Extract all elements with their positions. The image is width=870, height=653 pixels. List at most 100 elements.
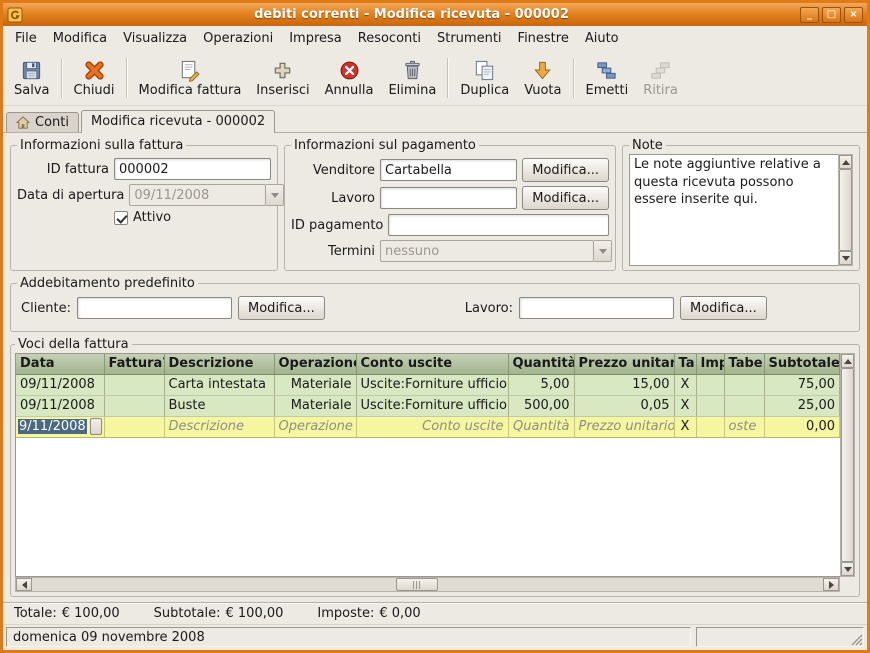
menu-aiuto[interactable]: Aiuto [577, 28, 627, 49]
scroll-right-icon[interactable] [823, 578, 839, 591]
cell-data-edit[interactable]: 9/11/2008 [16, 416, 104, 437]
cell-fattura-edit[interactable] [104, 416, 164, 437]
cell-prezzo-edit[interactable]: Prezzo unitario [574, 416, 674, 437]
register-vertical-scrollbar[interactable] [840, 353, 855, 577]
cell-prezzo[interactable]: 15,00 [574, 374, 674, 395]
col-header-conto-uscite[interactable]: Conto uscite [356, 354, 508, 374]
resize-grip-icon[interactable] [850, 633, 863, 646]
cell-imposte[interactable] [696, 395, 724, 416]
tab-conti[interactable]: Conti [6, 112, 79, 132]
cell-fattura[interactable] [104, 374, 164, 395]
col-header-quantita[interactable]: Quantità [508, 354, 574, 374]
col-header-tassabile[interactable]: Ta [674, 354, 696, 374]
cell-tassabile-edit[interactable]: X [674, 416, 696, 437]
payment-id-input[interactable] [388, 214, 609, 236]
cell-operazione[interactable]: Materiale [274, 374, 356, 395]
post-button[interactable]: Emetti [579, 53, 636, 103]
menu-visualizza[interactable]: Visualizza [115, 28, 195, 49]
duplicate-button[interactable]: Duplica [453, 53, 516, 103]
tab-modifica-ricevuta[interactable]: Modifica ricevuta - 000002 [81, 110, 275, 133]
vendor-input[interactable]: Cartabella [380, 159, 517, 181]
cell-imposte[interactable] [696, 374, 724, 395]
col-header-subtotale[interactable]: Subtotale [764, 354, 840, 374]
scrollbar-thumb[interactable] [841, 368, 854, 562]
cell-tabella[interactable] [724, 395, 764, 416]
scrollbar-track[interactable] [32, 578, 823, 591]
cell-tabella[interactable] [724, 374, 764, 395]
cell-operazione[interactable]: Materiale [274, 395, 356, 416]
col-header-tabella[interactable]: Tabe [724, 354, 764, 374]
enter-button[interactable]: Inserisci [249, 53, 316, 103]
delete-button[interactable]: Elimina [381, 53, 443, 103]
invoice-id-input[interactable]: 000002 [114, 158, 271, 180]
cell-descrizione[interactable]: Buste [164, 395, 274, 416]
close-tab-button[interactable]: Chiudi [67, 53, 122, 103]
cell-subtotale[interactable]: 75,00 [764, 374, 840, 395]
menu-operazioni[interactable]: Operazioni [195, 28, 281, 49]
notes-textarea[interactable]: Le note aggiuntive relative a questa ric… [629, 154, 838, 266]
notes-scrollbar[interactable] [838, 154, 853, 266]
col-header-descrizione[interactable]: Descrizione [164, 354, 274, 374]
menu-resoconti[interactable]: Resoconti [350, 28, 429, 49]
col-header-imposte[interactable]: Imp [696, 354, 724, 374]
cell-quantita-edit[interactable]: Quantità [508, 416, 574, 437]
cell-tabella-edit[interactable]: oste [724, 416, 764, 437]
blank-button[interactable]: Vuota [517, 53, 568, 103]
cell-imposte-edit[interactable] [696, 416, 724, 437]
vendor-edit-button[interactable]: Modifica... [522, 158, 609, 182]
menu-finestre[interactable]: Finestre [510, 28, 577, 49]
col-header-operazione[interactable]: Operazione [274, 354, 356, 374]
scroll-down-icon[interactable] [841, 562, 854, 576]
cell-data[interactable]: 09/11/2008 [16, 395, 104, 416]
job-edit-button[interactable]: Modifica... [522, 186, 609, 210]
scroll-left-icon[interactable] [16, 578, 32, 591]
cell-quantita[interactable]: 500,00 [508, 395, 574, 416]
cell-subtotale[interactable]: 25,00 [764, 395, 840, 416]
cancel-button[interactable]: Annulla [318, 53, 381, 103]
billing-job-label: Lavoro: [465, 301, 513, 316]
save-button[interactable]: Salva [7, 53, 57, 103]
cell-tassabile[interactable]: X [674, 374, 696, 395]
job-input[interactable] [380, 187, 517, 209]
cell-operazione-edit[interactable]: Operazione [274, 416, 356, 437]
cell-descrizione-edit[interactable]: Descrizione [164, 416, 274, 437]
billing-job-edit-button[interactable]: Modifica... [680, 296, 767, 320]
date-edit-selected-text[interactable]: 9/11/2008 [18, 419, 87, 434]
cell-descrizione[interactable]: Carta intestata [164, 374, 274, 395]
table-row[interactable]: 09/11/2008 Carta intestata Materiale Usc… [16, 374, 840, 395]
scrollbar-thumb[interactable] [839, 169, 852, 251]
date-picker-button[interactable] [90, 418, 102, 435]
cell-conto[interactable]: Uscite:Forniture ufficio [356, 395, 508, 416]
customer-edit-button[interactable]: Modifica... [238, 296, 325, 320]
cell-fattura[interactable] [104, 395, 164, 416]
table-row[interactable]: 09/11/2008 Buste Materiale Uscite:Fornit… [16, 395, 840, 416]
billing-job-input[interactable] [519, 297, 674, 319]
menu-strumenti[interactable]: Strumenti [429, 28, 510, 49]
register-horizontal-scrollbar[interactable] [15, 577, 840, 592]
active-checkbox[interactable] [114, 211, 128, 225]
edit-invoice-button[interactable]: Modifica fattura [132, 53, 249, 103]
menu-impresa[interactable]: Impresa [281, 28, 350, 49]
edit-row[interactable]: 9/11/2008 Descrizione Operazione Conto u… [16, 416, 840, 437]
menu-file[interactable]: File [7, 28, 45, 49]
cell-subtotale-edit[interactable]: 0,00 [764, 416, 840, 437]
col-header-fattura[interactable]: Fattura? [104, 354, 164, 374]
titlebar[interactable]: debiti correnti - Modifica ricevuta - 00… [3, 3, 867, 26]
maximize-button[interactable]: □ [822, 7, 841, 23]
col-header-prezzo-unitario[interactable]: Prezzo unitario [574, 354, 674, 374]
scrollbar-thumb[interactable] [396, 578, 438, 591]
scroll-up-icon[interactable] [841, 354, 854, 368]
scroll-up-icon[interactable] [839, 155, 852, 169]
minimize-button[interactable]: _ [800, 7, 819, 23]
scroll-down-icon[interactable] [839, 251, 852, 265]
cell-prezzo[interactable]: 0,05 [574, 395, 674, 416]
cell-data[interactable]: 09/11/2008 [16, 374, 104, 395]
cell-quantita[interactable]: 5,00 [508, 374, 574, 395]
cell-conto[interactable]: Uscite:Forniture ufficio [356, 374, 508, 395]
cell-tassabile[interactable]: X [674, 395, 696, 416]
cell-conto-edit[interactable]: Conto uscite [356, 416, 508, 437]
menu-modifica[interactable]: Modifica [45, 28, 115, 49]
col-header-data[interactable]: Data [16, 354, 104, 374]
close-button[interactable]: × [844, 7, 863, 23]
customer-input[interactable] [77, 297, 232, 319]
